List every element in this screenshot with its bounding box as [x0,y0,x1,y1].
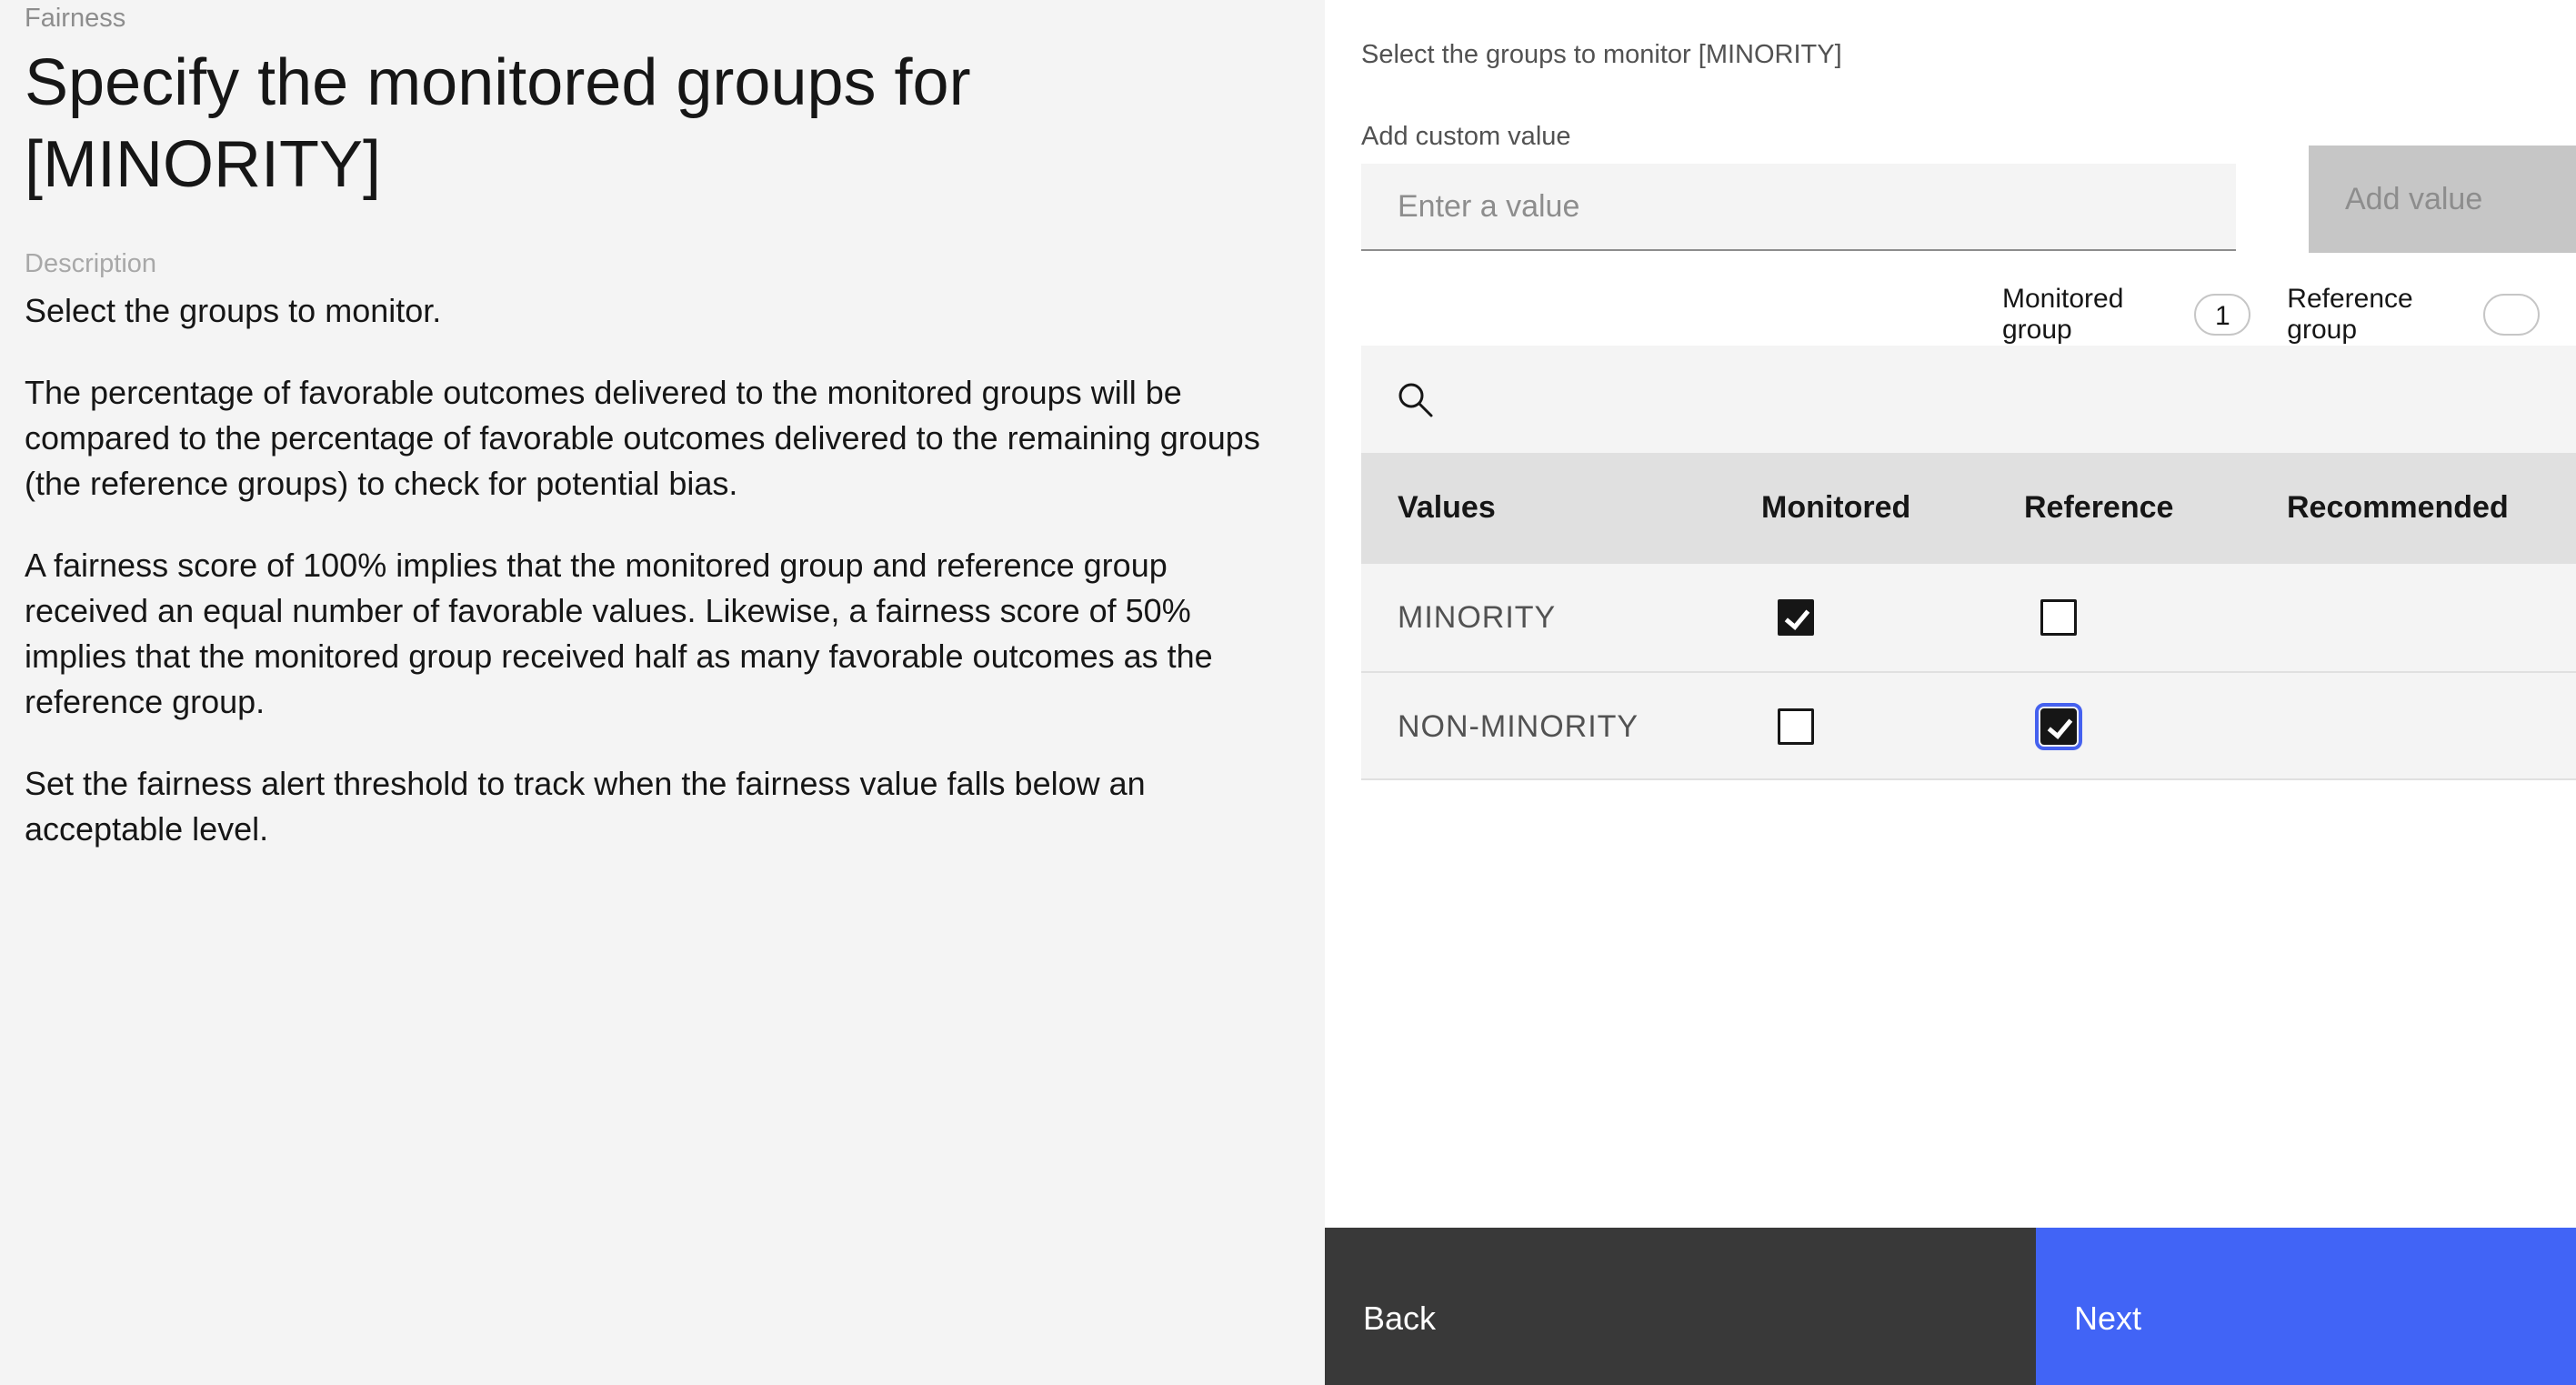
row-value: NON-MINORITY [1398,709,1639,744]
search-icon[interactable] [1396,380,1434,418]
description: Select the groups to monitor. The percen… [25,288,1298,888]
monitored-group-count: 1 [2194,294,2251,336]
row-value: MINORITY [1398,600,1557,635]
header-reference: Reference [2024,490,2174,525]
monitored-checkbox[interactable] [1778,599,1814,636]
header-values: Values [1398,490,1496,525]
eyebrow-label: Fairness [25,4,126,33]
next-button-label: Next [2074,1300,2142,1337]
custom-value-input[interactable] [1361,164,2236,251]
next-button[interactable]: Next [2036,1228,2576,1385]
custom-value-label: Add custom value [1361,122,1571,151]
add-value-button[interactable]: Add value [2309,146,2576,253]
description-paragraph: Set the fairness alert threshold to trac… [25,765,1146,848]
reference-group-count [2483,294,2540,336]
left-panel: Fairness Specify the monitored groups fo… [0,0,1325,1385]
right-panel: Select the groups to monitor [MINORITY] … [1325,0,2576,1228]
table-header: Values Monitored Reference Recommended [1361,453,2576,562]
reference-checkbox[interactable] [2035,703,2082,750]
description-paragraph: The percentage of favorable outcomes del… [25,374,1260,502]
header-recommended: Recommended [2287,490,2509,525]
select-groups-label: Select the groups to monitor [MINORITY] [1361,40,1842,69]
group-counters: Monitored group 1 Reference group [2002,284,2576,345]
description-paragraph: Select the groups to monitor. [25,292,442,329]
back-button[interactable]: Back [1325,1228,2036,1385]
groups-table: Values Monitored Reference Recommended M… [1361,453,2576,780]
header-monitored: Monitored [1761,490,1911,525]
description-paragraph: A fairness score of 100% implies that th… [25,547,1213,720]
table-search[interactable] [1361,346,2576,453]
monitored-checkbox[interactable] [1778,708,1814,745]
page-title: Specify the monitored groups for [MINORI… [25,46,971,201]
reference-checkbox[interactable] [2040,599,2077,636]
back-button-label: Back [1363,1300,1437,1337]
description-label: Description [25,249,157,278]
monitored-group-label: Monitored group [2002,284,2124,345]
table-row: MINORITY [1361,562,2576,671]
table-row: NON-MINORITY [1361,671,2576,780]
reference-group-label: Reference group [2287,284,2413,345]
